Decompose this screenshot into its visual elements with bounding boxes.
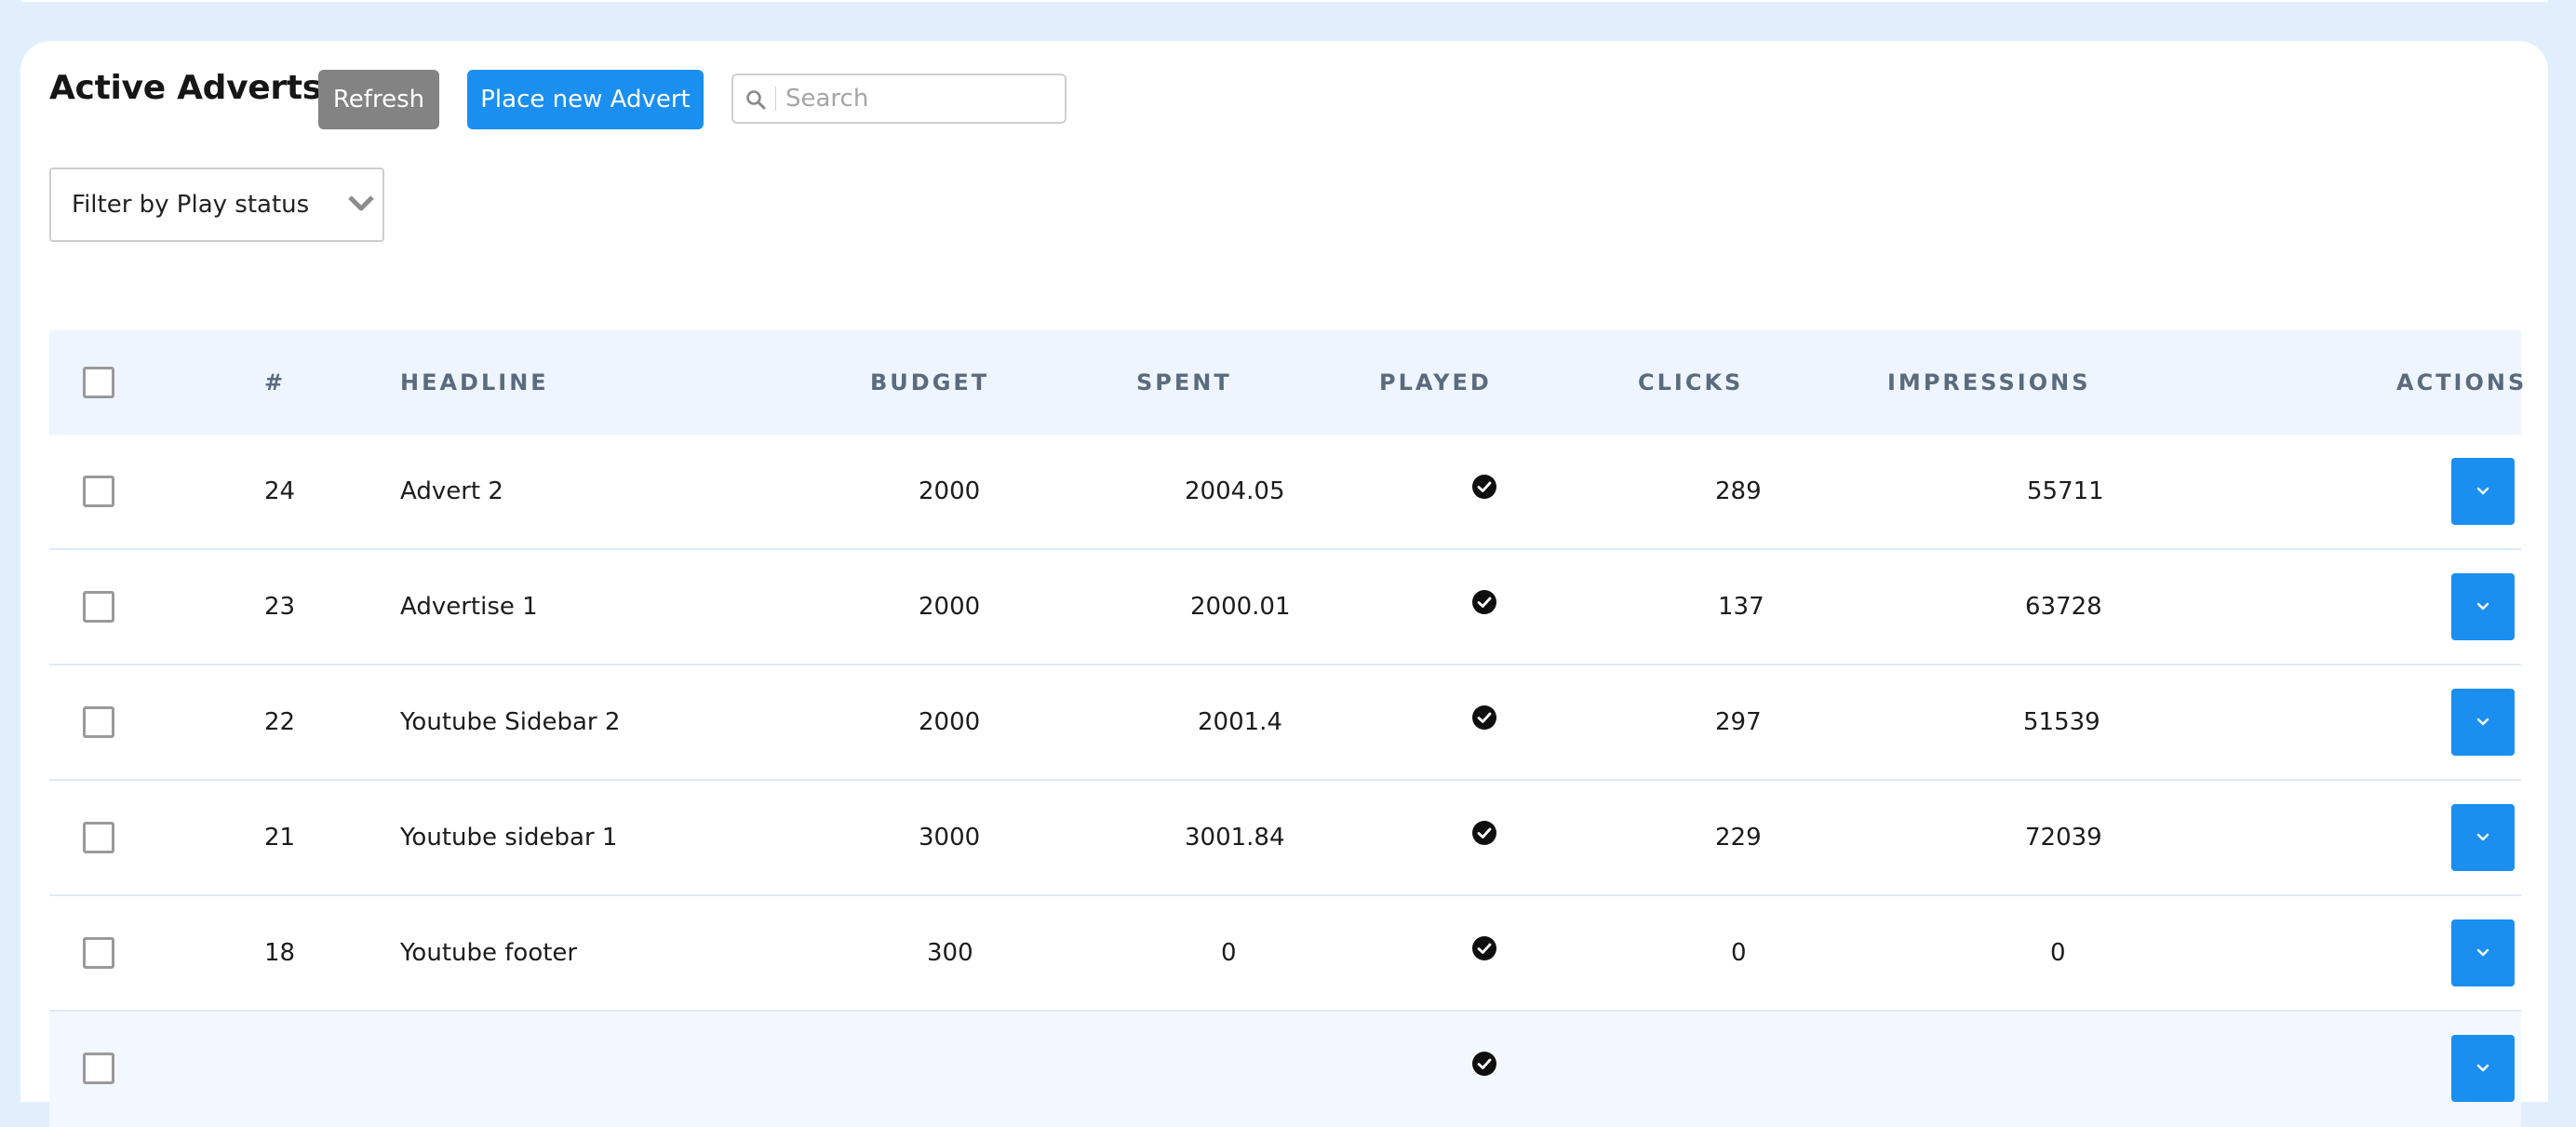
- row-actions-button[interactable]: [2451, 573, 2515, 640]
- row-actions-button[interactable]: [2451, 689, 2515, 756]
- row-id: 21: [264, 824, 296, 852]
- column-header-headline[interactable]: HEADLINE: [400, 330, 549, 435]
- row-checkbox[interactable]: [83, 591, 114, 623]
- check-circle-icon: [1472, 936, 1496, 960]
- row-id: 18: [264, 939, 296, 967]
- row-spent: 2000.01: [1190, 593, 1291, 621]
- row-id: 22: [264, 708, 296, 736]
- column-header-actions: ACTIONS: [2396, 369, 2528, 396]
- row-impressions: 0: [2050, 939, 2066, 967]
- chevron-down-icon: [2476, 948, 2489, 957]
- table-row: 18 Youtube footer 300 0 0 0: [49, 896, 2521, 1012]
- chevron-down-icon: [348, 195, 374, 211]
- play-status-filter-select[interactable]: Filter by Play status: [49, 168, 384, 242]
- check-circle-icon: [1472, 705, 1496, 730]
- row-clicks: 0: [1731, 939, 1747, 967]
- row-spent: 2001.4: [1198, 708, 1282, 736]
- table-row: 22 Youtube Sidebar 2 2000 2001.4 297 515…: [49, 665, 2521, 781]
- row-headline: Youtube footer: [400, 939, 578, 967]
- active-adverts-card: Active Adverts Refresh Place new Advert …: [20, 41, 2548, 1127]
- chevron-down-icon: [2476, 718, 2489, 726]
- row-actions-button[interactable]: [2451, 1035, 2515, 1102]
- table-row: 24 Advert 2 2000 2004.05 289 55711: [49, 435, 2521, 550]
- select-all-checkbox[interactable]: [83, 367, 114, 398]
- row-clicks: 297: [1715, 708, 1762, 736]
- row-budget: 3000: [919, 824, 981, 852]
- row-clicks: 137: [1718, 593, 1764, 621]
- column-header-clicks[interactable]: CLICKS: [1638, 330, 1743, 435]
- row-spent: 3001.84: [1185, 824, 1285, 852]
- table-row: [49, 1012, 2521, 1127]
- filter-selected-value: Filter by Play status: [72, 191, 310, 219]
- chevron-down-icon: [2476, 487, 2489, 495]
- check-circle-icon: [1472, 590, 1496, 614]
- top-card-edge: [20, 0, 2548, 2]
- row-id: 24: [264, 477, 296, 505]
- row-headline: Youtube Sidebar 2: [400, 708, 621, 736]
- refresh-button[interactable]: Refresh: [318, 70, 439, 129]
- chevron-down-icon: [2476, 833, 2489, 841]
- column-header-budget[interactable]: BUDGET: [870, 330, 989, 435]
- row-spent: 2004.05: [1185, 477, 1285, 505]
- row-budget: 300: [927, 939, 973, 967]
- row-actions-button[interactable]: [2451, 804, 2515, 871]
- row-headline: Advert 2: [400, 477, 503, 505]
- adverts-table: # HEADLINE BUDGET SPENT PLAYED CLICKS IM…: [49, 330, 2524, 1127]
- row-checkbox[interactable]: [83, 937, 114, 969]
- table-row: 23 Advertise 1 2000 2000.01 137 63728: [49, 550, 2521, 665]
- row-impressions: 51539: [2023, 708, 2100, 736]
- search-icon: [746, 90, 766, 110]
- row-budget: 2000: [919, 593, 981, 621]
- row-checkbox[interactable]: [83, 476, 114, 507]
- row-spent: 0: [1221, 939, 1237, 967]
- row-checkbox[interactable]: [83, 706, 114, 738]
- column-header-id: #: [264, 369, 287, 396]
- row-clicks: 229: [1715, 824, 1762, 852]
- row-headline: Advertise 1: [400, 593, 538, 621]
- row-headline: Youtube sidebar 1: [400, 824, 618, 852]
- page-title: Active Adverts: [49, 69, 322, 107]
- check-circle-icon: [1472, 475, 1496, 499]
- row-budget: 2000: [919, 477, 981, 505]
- chevron-down-icon: [2476, 1064, 2489, 1072]
- row-impressions: 63728: [2025, 593, 2102, 621]
- chevron-down-icon: [2476, 602, 2489, 610]
- row-impressions: 55711: [2027, 477, 2104, 505]
- column-header-played[interactable]: PLAYED: [1379, 330, 1492, 435]
- row-checkbox[interactable]: [83, 1053, 114, 1084]
- row-impressions: 72039: [2025, 824, 2102, 852]
- column-header-impressions[interactable]: IMPRESSIONS: [1887, 330, 2090, 435]
- search-input[interactable]: [785, 81, 1055, 116]
- search-box[interactable]: [731, 74, 1067, 124]
- search-divider: [775, 87, 776, 111]
- row-actions-button[interactable]: [2451, 919, 2515, 986]
- row-checkbox[interactable]: [83, 822, 114, 853]
- row-actions-button[interactable]: [2451, 458, 2515, 525]
- row-clicks: 289: [1715, 477, 1762, 505]
- check-circle-icon: [1472, 1052, 1496, 1076]
- column-header-spent[interactable]: SPENT: [1136, 330, 1232, 435]
- row-budget: 2000: [919, 708, 981, 736]
- place-new-advert-button[interactable]: Place new Advert: [467, 70, 704, 129]
- table-header-row: # HEADLINE BUDGET SPENT PLAYED CLICKS IM…: [49, 330, 2524, 435]
- check-circle-icon: [1472, 821, 1496, 845]
- row-id: 23: [264, 593, 296, 621]
- table-row: 21 Youtube sidebar 1 3000 3001.84 229 72…: [49, 781, 2521, 896]
